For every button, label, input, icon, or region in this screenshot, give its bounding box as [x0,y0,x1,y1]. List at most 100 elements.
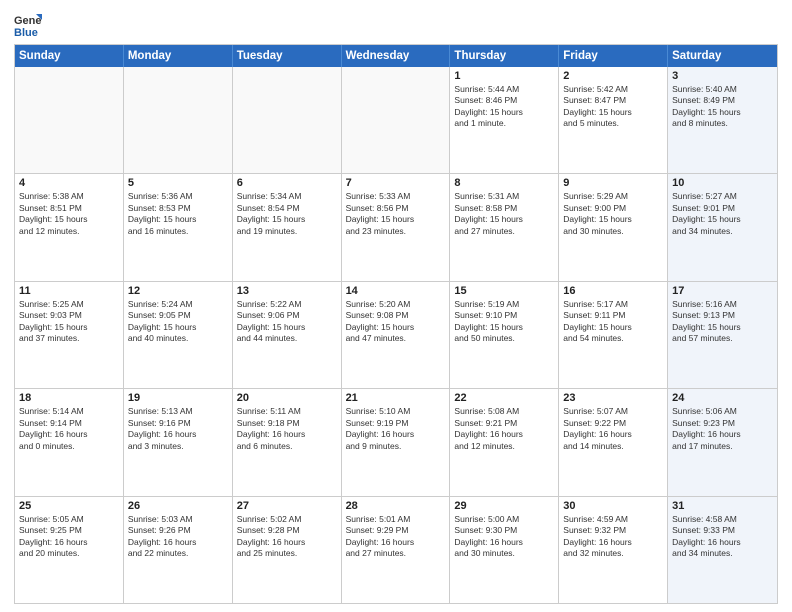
day-info: Sunrise: 5:36 AM Sunset: 8:53 PM Dayligh… [128,191,228,237]
day-info: Sunrise: 5:31 AM Sunset: 8:58 PM Dayligh… [454,191,554,237]
day-number: 21 [346,392,446,404]
day-cell: 8 Sunrise: 5:31 AM Sunset: 8:58 PM Daylig… [450,174,559,280]
day-info: Sunrise: 5:20 AM Sunset: 9:08 PM Dayligh… [346,299,446,345]
day-info: Sunrise: 5:14 AM Sunset: 9:14 PM Dayligh… [19,406,119,452]
day-info: Sunrise: 5:08 AM Sunset: 9:21 PM Dayligh… [454,406,554,452]
day-cell: 30 Sunrise: 4:59 AM Sunset: 9:32 PM Dayli… [559,497,668,603]
day-number: 13 [237,285,337,297]
day-number: 25 [19,500,119,512]
day-info: Sunrise: 5:17 AM Sunset: 9:11 PM Dayligh… [563,299,663,345]
day-header-saturday: Saturday [668,45,777,67]
day-info: Sunrise: 5:11 AM Sunset: 9:18 PM Dayligh… [237,406,337,452]
day-cell: 29 Sunrise: 5:00 AM Sunset: 9:30 PM Dayli… [450,497,559,603]
day-cell: 25 Sunrise: 5:05 AM Sunset: 9:25 PM Dayli… [15,497,124,603]
day-cell [233,67,342,173]
day-number: 18 [19,392,119,404]
day-cell: 21 Sunrise: 5:10 AM Sunset: 9:19 PM Dayli… [342,389,451,495]
day-info: Sunrise: 5:19 AM Sunset: 9:10 PM Dayligh… [454,299,554,345]
day-cell: 2 Sunrise: 5:42 AM Sunset: 8:47 PM Daylig… [559,67,668,173]
calendar: SundayMondayTuesdayWednesdayThursdayFrid… [14,44,778,604]
day-cell: 31 Sunrise: 4:58 AM Sunset: 9:33 PM Dayli… [668,497,777,603]
day-number: 19 [128,392,228,404]
day-number: 12 [128,285,228,297]
day-info: Sunrise: 5:42 AM Sunset: 8:47 PM Dayligh… [563,84,663,130]
day-number: 10 [672,177,773,189]
day-number: 9 [563,177,663,189]
day-number: 7 [346,177,446,189]
day-number: 31 [672,500,773,512]
day-number: 6 [237,177,337,189]
day-info: Sunrise: 5:22 AM Sunset: 9:06 PM Dayligh… [237,299,337,345]
day-cell: 20 Sunrise: 5:11 AM Sunset: 9:18 PM Dayli… [233,389,342,495]
day-cell: 19 Sunrise: 5:13 AM Sunset: 9:16 PM Dayli… [124,389,233,495]
weeks: 1Sunrise: 5:44 AM Sunset: 8:46 PM Daylig… [15,67,777,603]
day-number: 14 [346,285,446,297]
day-info: Sunrise: 5:06 AM Sunset: 9:23 PM Dayligh… [672,406,773,452]
day-cell: 5Sunrise: 5:36 AM Sunset: 8:53 PM Daylig… [124,174,233,280]
day-cell: 12 Sunrise: 5:24 AM Sunset: 9:05 PM Dayli… [124,282,233,388]
day-cell: 10 Sunrise: 5:27 AM Sunset: 9:01 PM Dayli… [668,174,777,280]
day-headers: SundayMondayTuesdayWednesdayThursdayFrid… [15,45,777,67]
day-info: Sunrise: 4:58 AM Sunset: 9:33 PM Dayligh… [672,514,773,560]
day-header-wednesday: Wednesday [342,45,451,67]
day-info: Sunrise: 5:27 AM Sunset: 9:01 PM Dayligh… [672,191,773,237]
day-cell [342,67,451,173]
logo: General Blue [14,10,46,38]
day-info: Sunrise: 5:13 AM Sunset: 9:16 PM Dayligh… [128,406,228,452]
day-cell: 7Sunrise: 5:33 AM Sunset: 8:56 PM Daylig… [342,174,451,280]
day-info: Sunrise: 5:10 AM Sunset: 9:19 PM Dayligh… [346,406,446,452]
day-info: Sunrise: 5:01 AM Sunset: 9:29 PM Dayligh… [346,514,446,560]
day-info: Sunrise: 5:24 AM Sunset: 9:05 PM Dayligh… [128,299,228,345]
day-number: 30 [563,500,663,512]
day-cell [124,67,233,173]
day-info: Sunrise: 5:44 AM Sunset: 8:46 PM Dayligh… [454,84,554,130]
day-number: 17 [672,285,773,297]
day-number: 2 [563,70,663,82]
day-number: 29 [454,500,554,512]
day-cell: 13 Sunrise: 5:22 AM Sunset: 9:06 PM Dayli… [233,282,342,388]
day-info: Sunrise: 5:07 AM Sunset: 9:22 PM Dayligh… [563,406,663,452]
day-info: Sunrise: 5:29 AM Sunset: 9:00 PM Dayligh… [563,191,663,237]
day-cell: 4 Sunrise: 5:38 AM Sunset: 8:51 PM Daylig… [15,174,124,280]
day-info: Sunrise: 4:59 AM Sunset: 9:32 PM Dayligh… [563,514,663,560]
day-number: 22 [454,392,554,404]
logo-icon: General Blue [14,10,42,38]
day-number: 23 [563,392,663,404]
day-cell: 15Sunrise: 5:19 AM Sunset: 9:10 PM Dayli… [450,282,559,388]
day-info: Sunrise: 5:05 AM Sunset: 9:25 PM Dayligh… [19,514,119,560]
day-cell: 27Sunrise: 5:02 AM Sunset: 9:28 PM Dayli… [233,497,342,603]
day-cell [15,67,124,173]
day-cell: 11 Sunrise: 5:25 AM Sunset: 9:03 PM Dayli… [15,282,124,388]
day-header-sunday: Sunday [15,45,124,67]
day-info: Sunrise: 5:34 AM Sunset: 8:54 PM Dayligh… [237,191,337,237]
day-info: Sunrise: 5:25 AM Sunset: 9:03 PM Dayligh… [19,299,119,345]
day-header-thursday: Thursday [450,45,559,67]
day-number: 4 [19,177,119,189]
day-info: Sunrise: 5:16 AM Sunset: 9:13 PM Dayligh… [672,299,773,345]
week-row-5: 25 Sunrise: 5:05 AM Sunset: 9:25 PM Dayli… [15,496,777,603]
day-number: 16 [563,285,663,297]
day-cell: 22 Sunrise: 5:08 AM Sunset: 9:21 PM Dayli… [450,389,559,495]
day-cell: 17 Sunrise: 5:16 AM Sunset: 9:13 PM Dayli… [668,282,777,388]
svg-text:General: General [14,15,42,27]
week-row-2: 4 Sunrise: 5:38 AM Sunset: 8:51 PM Daylig… [15,173,777,280]
day-number: 11 [19,285,119,297]
day-cell: 9 Sunrise: 5:29 AM Sunset: 9:00 PM Daylig… [559,174,668,280]
day-header-friday: Friday [559,45,668,67]
day-info: Sunrise: 5:40 AM Sunset: 8:49 PM Dayligh… [672,84,773,130]
day-cell: 6 Sunrise: 5:34 AM Sunset: 8:54 PM Daylig… [233,174,342,280]
day-number: 20 [237,392,337,404]
day-number: 24 [672,392,773,404]
day-info: Sunrise: 5:02 AM Sunset: 9:28 PM Dayligh… [237,514,337,560]
day-info: Sunrise: 5:38 AM Sunset: 8:51 PM Dayligh… [19,191,119,237]
week-row-1: 1Sunrise: 5:44 AM Sunset: 8:46 PM Daylig… [15,67,777,173]
day-cell: 26Sunrise: 5:03 AM Sunset: 9:26 PM Dayli… [124,497,233,603]
day-number: 8 [454,177,554,189]
day-info: Sunrise: 5:00 AM Sunset: 9:30 PM Dayligh… [454,514,554,560]
svg-text:Blue: Blue [14,27,38,38]
day-cell: 23 Sunrise: 5:07 AM Sunset: 9:22 PM Dayli… [559,389,668,495]
day-cell: 28Sunrise: 5:01 AM Sunset: 9:29 PM Dayli… [342,497,451,603]
day-header-monday: Monday [124,45,233,67]
day-number: 26 [128,500,228,512]
week-row-4: 18 Sunrise: 5:14 AM Sunset: 9:14 PM Dayli… [15,388,777,495]
